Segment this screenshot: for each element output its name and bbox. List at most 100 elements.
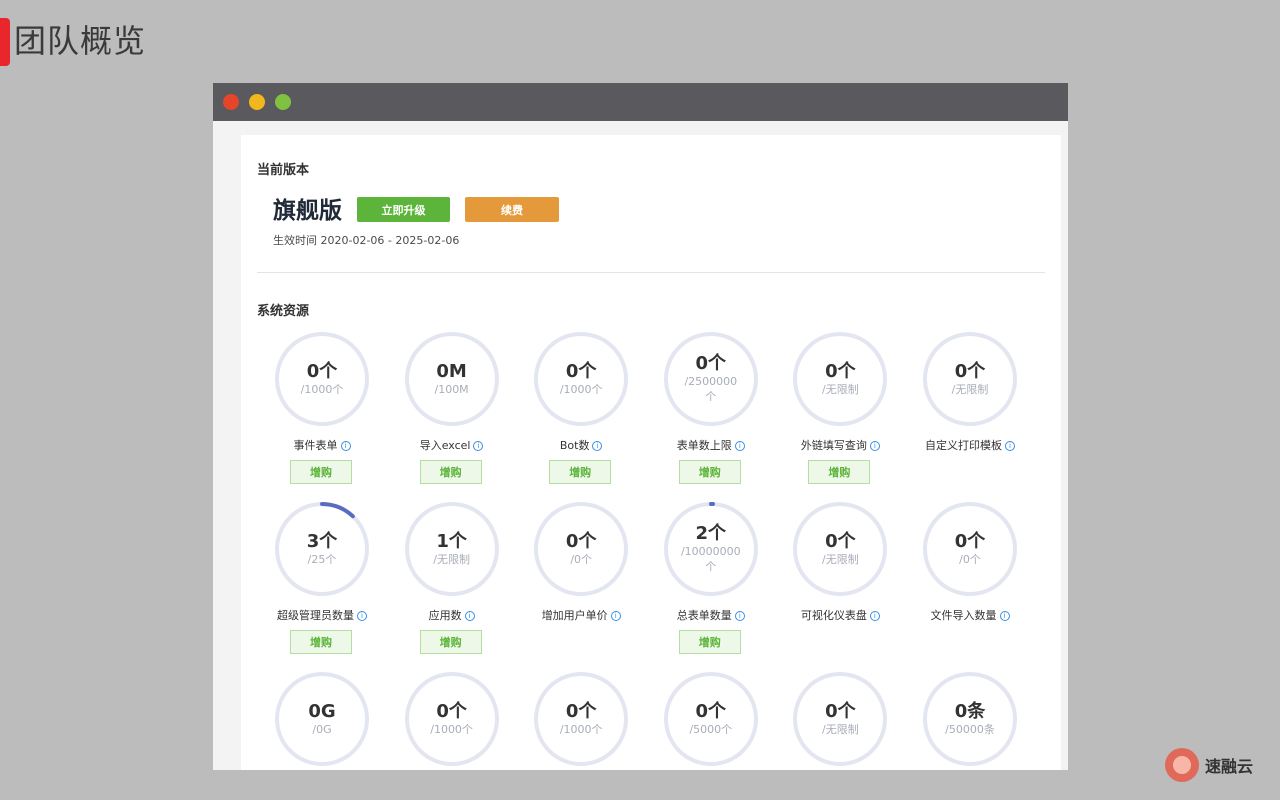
info-icon[interactable]: i xyxy=(734,441,745,451)
usage-ring-text: 0个/1000个 xyxy=(532,670,630,768)
usage-ring-text: 0个/1000个 xyxy=(403,670,501,768)
usage-ring: 0个/0个 xyxy=(532,500,630,598)
resource-card: 0个/无限制 外链填写查询 i 增购 xyxy=(775,330,905,500)
resource-card: 0个/无限制 xyxy=(775,670,905,770)
overview-panel: 当前版本 旗舰版 立即升级 续费 生效时间 2020-02-06 - 2025-… xyxy=(241,135,1061,770)
info-icon[interactable]: i xyxy=(610,611,621,621)
usage-limit: /1000个 xyxy=(300,382,344,396)
resource-label: 表单数上限 i xyxy=(646,437,776,453)
buy-more-button[interactable]: 增购 xyxy=(419,630,482,654)
usage-ring-text: 2个/10000000个 xyxy=(662,500,760,598)
resource-card: 0G/0G xyxy=(257,670,387,770)
usage-ring: 0个/1000个 xyxy=(273,330,371,428)
usage-value: 0G xyxy=(308,700,336,722)
usage-ring: 3个/25个 xyxy=(273,500,371,598)
usage-value: 0个 xyxy=(565,360,597,382)
usage-value: 0个 xyxy=(825,360,856,382)
usage-ring: 0个/无限制 xyxy=(791,500,889,598)
current-edition-title: 当前版本 xyxy=(257,163,310,178)
buy-more-button[interactable]: 增购 xyxy=(678,630,741,654)
usage-ring-text: 0个/5000个 xyxy=(662,670,760,768)
usage-value: 0个 xyxy=(954,360,986,382)
resource-card: 0个/无限制 自定义打印模板 i xyxy=(905,330,1035,500)
buy-more-button[interactable]: 增购 xyxy=(419,460,482,484)
buy-more-button[interactable]: 增购 xyxy=(549,460,612,484)
brand-logo: 速融云 xyxy=(1165,748,1253,782)
usage-ring: 0个/0个 xyxy=(921,500,1019,598)
resource-card: 0个/2500000个表单数上限 i 增购 xyxy=(646,330,776,500)
usage-ring-text: 0M/100M xyxy=(403,330,501,428)
usage-limit: /无限制 xyxy=(822,722,859,736)
info-icon[interactable]: i xyxy=(999,611,1010,621)
minimize-window-icon[interactable] xyxy=(249,94,265,110)
buy-more-button[interactable]: 增购 xyxy=(678,460,741,484)
usage-limit: /5000个 xyxy=(689,722,733,736)
resource-card: 0个/1000个 xyxy=(516,670,646,770)
renew-button[interactable]: 续费 xyxy=(465,197,559,222)
usage-ring: 0个/1000个 xyxy=(403,670,501,768)
usage-ring: 0G/0G xyxy=(273,670,371,768)
usage-ring: 1个/无限制 xyxy=(403,500,501,598)
slide-title: 团队概览 xyxy=(14,22,147,60)
upgrade-button[interactable]: 立即升级 xyxy=(357,197,450,222)
usage-value: 0个 xyxy=(565,700,597,722)
effective-period: 生效时间 2020-02-06 - 2025-02-06 xyxy=(273,234,460,247)
info-icon[interactable]: i xyxy=(869,441,880,451)
buy-more-button[interactable]: 增购 xyxy=(290,460,352,484)
resource-label: 超级管理员数量 i xyxy=(257,607,387,623)
resource-label-text: 可视化仪表盘 xyxy=(800,609,867,622)
usage-ring: 0M/100M xyxy=(403,330,501,428)
usage-ring: 0个/1000个 xyxy=(532,670,630,768)
usage-value: 0个 xyxy=(695,700,727,722)
usage-limit: /1000个 xyxy=(430,722,473,736)
edition-name: 旗舰版 xyxy=(273,198,342,224)
resource-label: 增加用户单价 i xyxy=(516,607,646,623)
usage-ring-text: 0个/0个 xyxy=(921,500,1019,598)
usage-ring: 0个/无限制 xyxy=(921,330,1019,428)
usage-ring-text: 0个/无限制 xyxy=(791,500,889,598)
usage-limit: /1000个 xyxy=(559,722,603,736)
maximize-window-icon[interactable] xyxy=(275,94,291,110)
usage-value: 0M xyxy=(436,360,467,382)
usage-ring: 0个/5000个 xyxy=(662,670,760,768)
usage-limit: /无限制 xyxy=(433,552,470,566)
resource-label-text: 导入excel xyxy=(419,439,471,452)
info-icon[interactable]: i xyxy=(869,611,880,621)
app-window: 当前版本 旗舰版 立即升级 续费 生效时间 2020-02-06 - 2025-… xyxy=(213,83,1068,770)
info-icon[interactable]: i xyxy=(464,611,475,621)
info-icon[interactable]: i xyxy=(357,611,367,621)
resource-card: 0个/1000个 xyxy=(387,670,517,770)
resource-label: 导入excel i xyxy=(387,437,517,453)
info-icon[interactable]: i xyxy=(734,611,745,621)
slide-accent-bar xyxy=(0,18,10,66)
resource-label: 可视化仪表盘 i xyxy=(775,607,905,623)
buy-more-button[interactable]: 增购 xyxy=(290,630,352,654)
usage-ring: 0个/1000个 xyxy=(532,330,630,428)
info-icon[interactable]: i xyxy=(340,441,351,451)
usage-value: 0个 xyxy=(825,700,856,722)
usage-limit: /无限制 xyxy=(822,552,859,566)
usage-value: 0个 xyxy=(436,700,467,722)
resource-label-text: 应用数 xyxy=(428,609,462,622)
resource-label-text: 总表单数量 xyxy=(676,609,732,622)
usage-ring: 0个/2500000个 xyxy=(662,330,760,428)
usage-ring-text: 0个/1000个 xyxy=(273,330,371,428)
usage-limit: /10000000个 xyxy=(680,545,741,573)
usage-ring-text: 0条/50000条 xyxy=(921,670,1019,768)
usage-ring-text: 0G/0G xyxy=(273,670,371,768)
resource-label-text: 表单数上限 xyxy=(676,439,732,452)
usage-limit: /25个 xyxy=(307,552,337,566)
resource-label: 事件表单 i xyxy=(257,437,387,453)
usage-ring-text: 0个/无限制 xyxy=(791,670,889,768)
close-window-icon[interactable] xyxy=(223,94,239,110)
info-icon[interactable]: i xyxy=(1005,441,1015,451)
info-icon[interactable]: i xyxy=(592,441,603,451)
resource-label-text: 增加用户单价 xyxy=(541,609,608,622)
resource-card: 0M/100M 导入excel i 增购 xyxy=(387,330,517,500)
resource-card: 0个/无限制可视化仪表盘 i xyxy=(775,500,905,670)
resource-label-text: 文件导入数量 xyxy=(930,609,997,622)
resource-label-text: 事件表单 xyxy=(293,439,338,452)
buy-more-button[interactable]: 增购 xyxy=(808,460,871,484)
window-titlebar xyxy=(213,83,1068,121)
info-icon[interactable]: i xyxy=(473,441,484,451)
